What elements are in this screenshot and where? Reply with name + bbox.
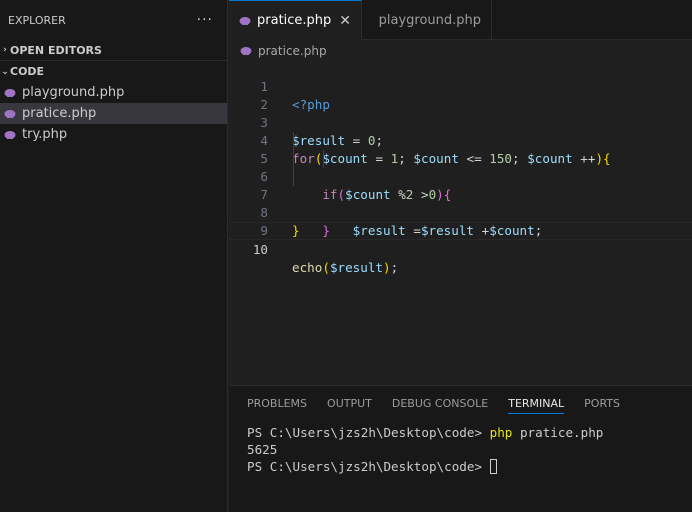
explorer-title: EXPLORER xyxy=(8,13,66,27)
terminal-prompt: PS C:\Users\jzs2h\Desktop\code> xyxy=(247,459,490,474)
terminal-command: php xyxy=(489,425,513,440)
folder-code-section[interactable]: ⌄ CODE xyxy=(0,61,227,82)
php-file-icon xyxy=(372,19,373,21)
code-line: 6 $result =$result +$count; xyxy=(229,150,692,238)
breadcrumb-file: pratice.php xyxy=(258,44,327,58)
code-line: 9 xyxy=(229,204,692,238)
php-file-icon xyxy=(239,16,251,25)
tab-terminal[interactable]: TERMINAL xyxy=(508,386,564,420)
more-actions-icon[interactable]: ··· xyxy=(197,12,213,28)
open-editors-label: OPEN EDITORS xyxy=(10,43,102,57)
explorer-header: EXPLORER ··· xyxy=(0,0,227,40)
code-line: 2 xyxy=(229,78,692,112)
file-playground[interactable]: playground.php xyxy=(0,82,227,103)
tab-problems[interactable]: PROBLEMS xyxy=(247,386,307,420)
php-file-icon xyxy=(240,47,252,55)
terminal-output: 5625 xyxy=(247,442,278,457)
chevron-down-icon: ⌄ xyxy=(1,66,9,77)
code-line: 4 for($count = 1; $count <= 150; $count … xyxy=(229,114,692,166)
terminal-line: PS C:\Users\jzs2h\Desktop\code> php prat… xyxy=(247,424,692,441)
code-editor[interactable]: 1 <?php 2 3 $result = 0; 4 for($count = … xyxy=(229,60,692,385)
tab-pratice[interactable]: pratice.php ✕ xyxy=(229,0,363,40)
code-line-current: 10 echo($result); xyxy=(229,222,692,275)
tab-debug-console[interactable]: DEBUG CONSOLE xyxy=(392,386,488,420)
terminal-prompt: PS C:\Users\jzs2h\Desktop\code> xyxy=(247,425,490,440)
file-label: pratice.php xyxy=(22,106,97,121)
tab-output[interactable]: OUTPUT xyxy=(327,386,372,420)
file-pratice[interactable]: pratice.php xyxy=(0,103,227,124)
code-line: 1 <?php xyxy=(229,60,692,112)
close-icon[interactable]: ✕ xyxy=(339,13,351,29)
code-line: 5 if($count %2 >0){ xyxy=(229,132,692,202)
open-editors-section[interactable]: › OPEN EDITORS xyxy=(0,40,227,61)
tab-label: playground.php xyxy=(378,12,482,28)
editor-tabs: pratice.php ✕ playground.php xyxy=(229,0,692,40)
terminal-cursor xyxy=(489,459,497,474)
code-line: 8 } xyxy=(229,186,692,238)
file-label: try.php xyxy=(22,127,68,142)
terminal[interactable]: PS C:\Users\jzs2h\Desktop\code> php prat… xyxy=(229,420,692,475)
terminal-line: PS C:\Users\jzs2h\Desktop\code> xyxy=(247,458,692,475)
panel-tabs: PROBLEMS OUTPUT DEBUG CONSOLE TERMINAL P… xyxy=(229,386,692,420)
code-line: 3 $result = 0; xyxy=(229,96,692,148)
php-file-icon xyxy=(4,130,16,139)
breadcrumb[interactable]: pratice.php xyxy=(240,42,327,60)
tab-label: pratice.php xyxy=(257,13,332,28)
php-file-icon xyxy=(4,88,16,97)
file-label: playground.php xyxy=(22,85,125,100)
tab-ports[interactable]: PORTS xyxy=(584,386,620,420)
terminal-args: pratice.php xyxy=(512,425,604,440)
folder-label: CODE xyxy=(10,65,45,78)
php-file-icon xyxy=(4,109,16,118)
line-number: 10 xyxy=(252,242,268,257)
bottom-panel: PROBLEMS OUTPUT DEBUG CONSOLE TERMINAL P… xyxy=(229,385,692,512)
code-text: echo($result); xyxy=(292,260,399,275)
chevron-right-icon: › xyxy=(3,45,7,55)
tab-playground[interactable]: playground.php xyxy=(362,0,493,40)
explorer-sidebar: EXPLORER ··· › OPEN EDITORS ⌄ CODE playg… xyxy=(0,0,228,512)
code-line: 7 } xyxy=(229,168,692,238)
file-try[interactable]: try.php xyxy=(0,124,227,145)
